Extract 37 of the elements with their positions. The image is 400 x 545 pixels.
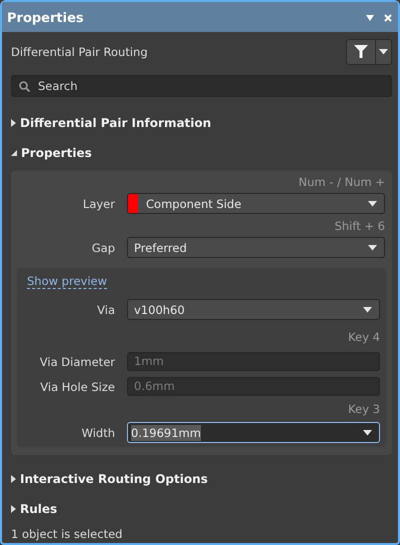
panel-subtitle: Differential Pair Routing [11,45,149,59]
field-label: Via [96,302,115,316]
caret-icon [379,49,388,55]
filter-button[interactable] [346,39,392,65]
section-header[interactable]: Differential Pair Information [11,111,398,135]
field-label: Gap [90,240,115,254]
shortcut-hint: Num - / Num + [298,175,385,189]
search-field[interactable]: Search [11,75,392,97]
shortcut-hint: Key 4 [347,330,380,344]
section-header[interactable]: Properties [11,141,398,165]
shortcut-hint: Key 3 [347,402,380,416]
expand-icon [11,505,16,513]
dropdown[interactable]: Component Side [127,193,385,214]
field-label: Via Diameter [38,354,115,368]
expand-icon [11,475,16,483]
dropdown[interactable]: Preferred [127,237,385,258]
expand-icon [11,119,16,127]
collapse-icon [11,150,17,156]
dropdown[interactable]: v100h60 [127,299,380,320]
status-text: 1 object is selected [10,527,124,543]
field-label: Width [80,426,115,440]
section-header[interactable]: Interactive Routing Options [11,467,398,491]
caret-icon [363,306,372,312]
show-preview-link[interactable]: Show preview [27,274,108,289]
field-label: Via Hole Size [39,380,115,394]
filter-icon [354,45,368,59]
search-icon [19,80,30,92]
caret-icon [363,430,372,436]
caret-icon [368,244,377,250]
caret-icon [368,200,377,206]
window-title: Properties [7,10,85,26]
menu-caret-icon[interactable] [366,15,374,21]
field-label: Layer [82,196,115,210]
shortcut-hint: Shift + 6 [334,219,385,233]
section-header[interactable]: Rules [11,497,398,521]
close-icon[interactable] [384,14,392,22]
dropdown[interactable]: 0.19691mm [127,422,380,443]
